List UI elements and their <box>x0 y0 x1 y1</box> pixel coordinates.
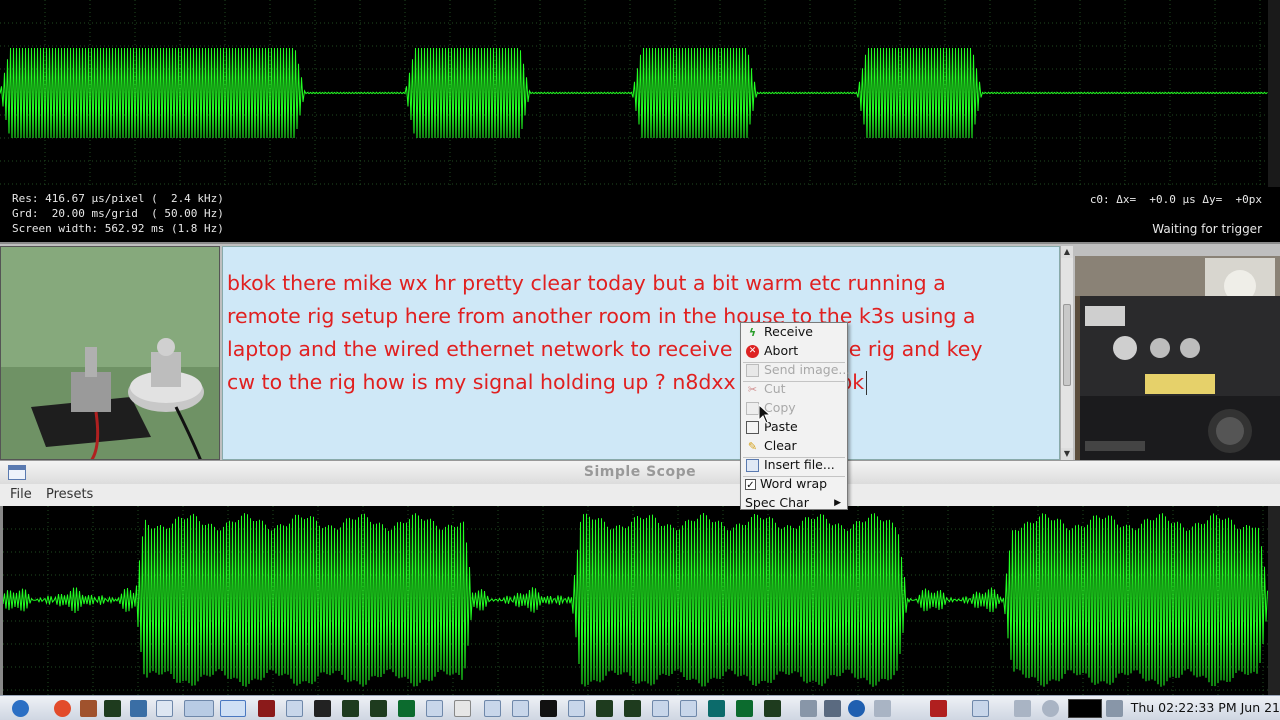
power-icon[interactable] <box>1042 700 1059 717</box>
bottom-scope-trace <box>3 506 1268 695</box>
window-icon[interactable] <box>972 700 989 717</box>
network-icon[interactable] <box>824 700 841 717</box>
dropbox-icon[interactable] <box>874 700 891 717</box>
rx-text-line: remote rig setup here from another room … <box>227 304 976 328</box>
mouse-pointer-icon <box>758 404 772 424</box>
radio-station-image <box>1075 256 1280 460</box>
taskbar-clock[interactable]: Thu 02:22:33 PM Jun 21 <box>1131 700 1280 715</box>
task-button[interactable] <box>184 700 214 717</box>
hp-icon[interactable] <box>848 700 865 717</box>
menu-file[interactable]: File <box>10 487 32 502</box>
app-icon[interactable] <box>736 700 753 717</box>
window-icon[interactable] <box>286 700 303 717</box>
abort-icon: ✕ <box>746 345 759 358</box>
taskbar: Thu 02:22:33 PM Jun 21 <box>0 695 1280 720</box>
active-task-button[interactable] <box>220 700 246 717</box>
receive-text-pane[interactable]: bkok there mike wx hr pretty clear today… <box>222 246 1060 460</box>
terminal-icon[interactable] <box>370 700 387 717</box>
scissors-icon: ✂ <box>747 383 758 396</box>
rx-text-line: laptop and the wired ethernet network to… <box>227 337 983 361</box>
context-menu: ϟ Receive ✕ Abort Send image... ✂ Cut Co… <box>740 322 850 513</box>
trigger-status: Waiting for trigger <box>1152 222 1262 236</box>
window-icon[interactable] <box>568 700 585 717</box>
menu-item-word-wrap[interactable]: ✓ Word wrap <box>741 475 847 494</box>
window-icon[interactable] <box>652 700 669 717</box>
webcam-left-image <box>0 246 220 460</box>
app-icon[interactable] <box>708 700 725 717</box>
app-icon[interactable] <box>930 700 947 717</box>
document-icon[interactable] <box>454 700 471 717</box>
window-icon[interactable] <box>484 700 501 717</box>
submenu-arrow-icon: ▶ <box>834 498 841 508</box>
checkbox-checked-icon: ✓ <box>745 479 756 491</box>
menu-item-paste[interactable]: Paste <box>741 418 847 437</box>
grid-readout: Grd: 20.00 ms/grid ( 50.00 Hz) <box>12 207 224 220</box>
menu-item-cut[interactable]: ✂ Cut <box>741 380 847 399</box>
top-scope-trace <box>0 0 1268 187</box>
text-caret <box>866 371 868 395</box>
resolution-readout: Res: 416.67 µs/pixel ( 2.4 kHz) <box>12 192 224 205</box>
menu-item-clear[interactable]: ✎ Clear <box>741 437 847 456</box>
rx-text-line: bkok there mike wx hr pretty clear today… <box>227 271 946 295</box>
signal-trace <box>0 47 1268 139</box>
terminal-icon[interactable] <box>624 700 641 717</box>
bottom-scope-scrollbar[interactable] <box>1268 506 1280 695</box>
tools-icon[interactable] <box>80 700 97 717</box>
app-icon[interactable] <box>540 700 557 717</box>
top-scope-scrollbar[interactable] <box>1268 0 1280 187</box>
window-icon[interactable] <box>426 700 443 717</box>
menu-item-copy[interactable]: Copy <box>741 399 847 418</box>
scroll-down-icon[interactable]: ▼ <box>1061 448 1073 460</box>
app-icon[interactable] <box>258 700 275 717</box>
lightning-icon: ϟ <box>748 326 757 339</box>
image-icon <box>746 364 759 377</box>
scroll-up-icon[interactable]: ▲ <box>1061 246 1073 258</box>
file-icon <box>746 459 759 472</box>
bottom-scope-display[interactable] <box>0 506 1268 695</box>
app-icon[interactable] <box>398 700 415 717</box>
signal-trace <box>3 512 1268 687</box>
terminal-icon[interactable] <box>764 700 781 717</box>
app-window-icon[interactable] <box>130 700 147 717</box>
menu-item-receive[interactable]: ϟ Receive <box>741 323 847 342</box>
menu-item-send-image[interactable]: Send image... <box>741 361 850 380</box>
terminal-icon[interactable] <box>596 700 613 717</box>
cursor-readout: c0: Δx= +0.0 µs Δy= +0px <box>1089 193 1262 206</box>
lower-window-titlebar[interactable]: Simple Scope <box>0 460 1280 484</box>
menu-presets[interactable]: Presets <box>46 487 93 502</box>
top-scope-display[interactable] <box>0 0 1268 187</box>
webcam-right-image <box>1075 256 1280 460</box>
top-scope-info-panel: Res: 416.67 µs/pixel ( 2.4 kHz) Grd: 20.… <box>0 187 1280 242</box>
broom-icon: ✎ <box>747 440 758 453</box>
workspace-icon[interactable] <box>1014 700 1031 717</box>
cw-key-image <box>1 247 219 459</box>
menu-item-spec-char[interactable]: Spec Char ▶ <box>741 494 847 513</box>
volume-icon[interactable] <box>800 700 817 717</box>
window-icon[interactable] <box>156 700 173 717</box>
chrome-icon[interactable] <box>54 700 71 717</box>
middle-panel: bkok there mike wx hr pretty clear today… <box>0 242 1280 460</box>
terminal-icon[interactable] <box>104 700 121 717</box>
window-icon[interactable] <box>680 700 697 717</box>
scroll-thumb[interactable] <box>1063 304 1071 386</box>
window-icon[interactable] <box>512 700 529 717</box>
menu-item-abort[interactable]: ✕ Abort <box>741 342 847 361</box>
desktop: Res: 416.67 µs/pixel ( 2.4 kHz) Grd: 20.… <box>0 0 1280 720</box>
terminal-icon[interactable] <box>342 700 359 717</box>
network-icon[interactable] <box>1106 700 1123 717</box>
rx-text-line: cw to the rig how is my signal holding u… <box>227 366 1055 399</box>
cpu-monitor <box>1068 699 1102 718</box>
screen-width-readout: Screen width: 562.92 ms (1.8 Hz) <box>12 222 224 235</box>
window-title: Simple Scope <box>583 464 697 480</box>
menu-item-insert-file[interactable]: Insert file... <box>741 456 847 475</box>
receive-pane-scrollbar[interactable]: ▲ ▼ <box>1060 246 1073 460</box>
start-menu-icon[interactable] <box>12 700 29 717</box>
lower-window-menubar: File Presets <box>0 484 1280 506</box>
app-icon[interactable] <box>314 700 331 717</box>
